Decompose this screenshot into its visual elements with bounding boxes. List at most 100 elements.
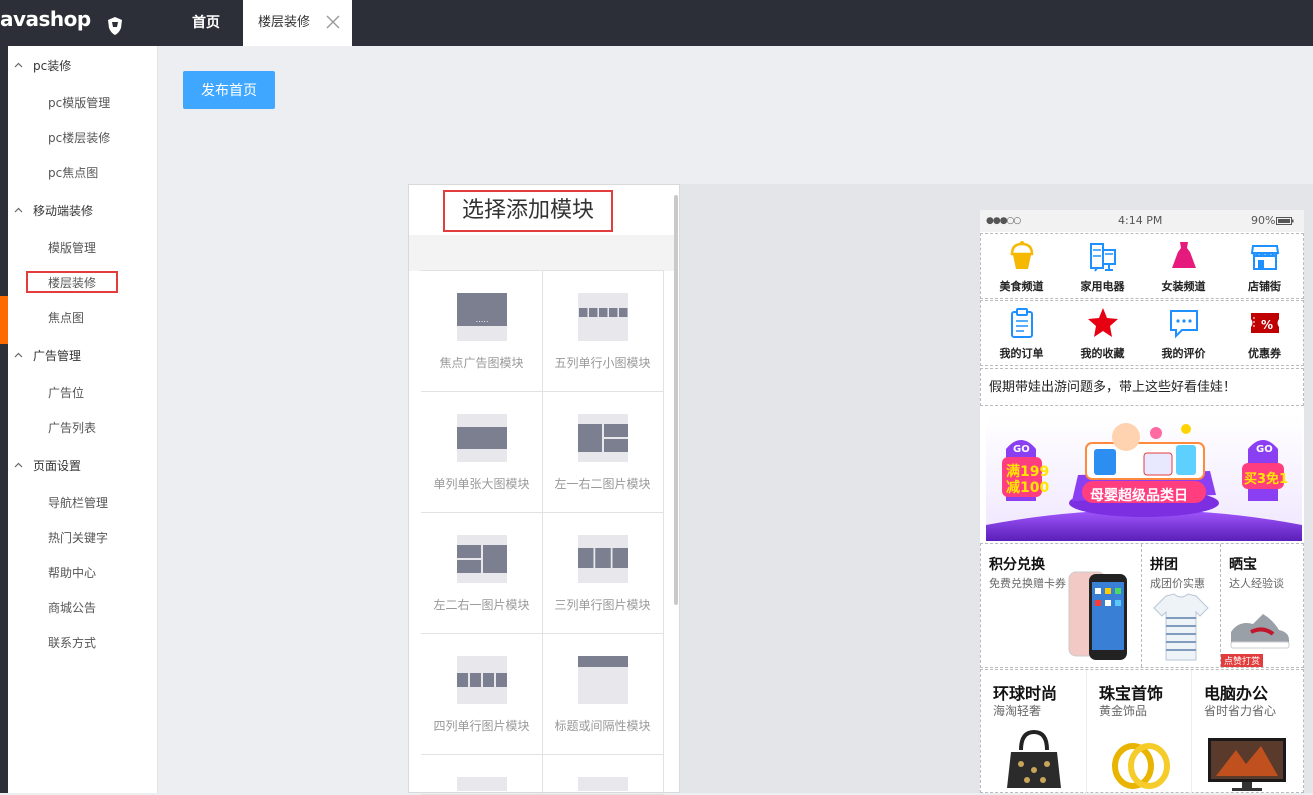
gold-ring-product-image [1112, 743, 1170, 789]
chevron-up-icon [14, 352, 23, 358]
nav-food[interactable]: 美食频道 [981, 234, 1062, 300]
sidebar: pc装修 pc模版管理 pc楼层装修 pc焦点图 移动端装修 模版管理 楼层装修… [8, 46, 158, 793]
focus-ad-module-icon: ..... [457, 293, 507, 341]
sidebar-item-ad-list[interactable]: 广告列表 [48, 418, 96, 438]
four-column-module-icon [457, 656, 507, 704]
floor-global-fashion[interactable]: 环球时尚 海淘轻奢 [981, 670, 1086, 793]
chevron-up-icon [14, 462, 23, 468]
banner-left-line2: 减100 [1006, 480, 1050, 496]
signal-indicator: ●●●○○ [986, 216, 1021, 226]
three-column-module-icon [578, 535, 628, 583]
handbag-product-image [1007, 729, 1061, 788]
left-rail [0, 46, 8, 793]
banner-right-go: GO [1256, 444, 1273, 455]
sidebar-item-pc-focus[interactable]: pc焦点图 [48, 163, 98, 183]
nav-women-clothing[interactable]: 女装频道 [1143, 234, 1224, 300]
module-tile-left1-right2[interactable]: 左一右二图片模块 [542, 392, 664, 513]
sidebar-item-template[interactable]: 模版管理 [48, 238, 96, 258]
panel-title: 选择添加模块 [443, 190, 613, 232]
single-large-image-module-icon [457, 414, 507, 462]
tab-label: 楼层装修 [258, 15, 311, 30]
storefront-icon [1250, 245, 1280, 270]
module-tile-three-column[interactable]: 三列单行图片模块 [542, 513, 664, 634]
module-tile-left2-right1[interactable]: 左二右一图片模块 [421, 513, 543, 634]
floor-jewelry[interactable]: 珠宝首饰 黄金饰品 [1086, 670, 1191, 793]
sidebar-item-navbar[interactable]: 导航栏管理 [48, 493, 108, 513]
chevron-up-icon [14, 207, 23, 213]
status-time: 4:14 PM [1118, 214, 1163, 227]
promo-show-off[interactable]: 晒宝 达人经验谈 点赞打赏 [1220, 544, 1304, 667]
nav-coupons[interactable]: % 优惠券 [1224, 301, 1304, 367]
banner-left-go: GO [1013, 444, 1030, 455]
tab-floor-decoration[interactable]: 楼层装修 [243, 0, 352, 46]
module-tile-four-column[interactable]: 四列单行图片模块 [421, 634, 543, 755]
panel-scrollbar[interactable] [674, 195, 678, 605]
monitor-product-image [1208, 738, 1286, 791]
promo-group-buy[interactable]: 拼团 成团价实惠 [1141, 544, 1219, 667]
cupcake-icon [1010, 241, 1034, 269]
svg-text:%: % [1261, 318, 1273, 332]
sidebar-item-floor-decoration[interactable]: 楼层装修 [48, 273, 96, 293]
module-tile-five-column[interactable]: 五列单行小图模块 [542, 271, 664, 392]
svg-text:.....: ..... [476, 315, 489, 324]
clipboard-icon [1011, 308, 1033, 338]
phone-status-bar: ●●●○○ 4:14 PM 90% [980, 210, 1304, 232]
promo-banner[interactable]: GO 满199 减100 GO 买3免1 母婴超级品类日 [986, 415, 1302, 541]
brand-logo-text: avashop [0, 7, 91, 31]
coupon-icon: % [1251, 313, 1279, 333]
close-icon[interactable] [326, 15, 340, 29]
sidebar-item-pc-floor[interactable]: pc楼层装修 [48, 128, 110, 148]
nav-store-street[interactable]: 店铺街 [1224, 234, 1304, 300]
sidebar-item-hot-keywords[interactable]: 热门关键字 [48, 528, 108, 548]
battery-icon [1276, 217, 1294, 225]
shield-logo-icon [108, 17, 122, 35]
module-tile-partial[interactable] [542, 755, 664, 795]
left2-right1-module-icon [457, 535, 507, 583]
phone-product-image [1068, 571, 1127, 660]
star-icon [1088, 308, 1118, 337]
phone-nav-row-2: 我的订单 我的收藏 我的评价 % 优惠券 [980, 300, 1304, 366]
nav-my-orders[interactable]: 我的订单 [981, 301, 1062, 367]
banner-right-text: 买3免1 [1244, 472, 1289, 487]
notice-bar[interactable]: 假期带娃出游问题多，带上这些好看佳娃！ [980, 368, 1304, 406]
panel-header-spacer [409, 235, 675, 271]
left-rail-active-marker [0, 296, 8, 344]
floor-row: 环球时尚 海淘轻奢 珠宝首饰 黄金饰品 电脑办公 省时省力省心 [980, 669, 1304, 793]
sneaker-product-image [1230, 614, 1290, 649]
nav-my-reviews[interactable]: 我的评价 [1143, 301, 1224, 367]
banner-headline: 母婴超级品类日 [1090, 488, 1188, 504]
battery-percent: 90% [1251, 214, 1276, 227]
nav-appliances[interactable]: 家用电器 [1062, 234, 1143, 300]
sidebar-item-announcement[interactable]: 商城公告 [48, 598, 96, 618]
sidebar-item-pc-template[interactable]: pc模版管理 [48, 93, 110, 113]
top-bar: avashop 首页 楼层装修 [0, 0, 1313, 46]
module-picker-panel: 选择添加模块 ..... 焦点广告图模块 五列单行小图模块 单列单张大图模块 左… [408, 184, 680, 795]
floor-computer-office[interactable]: 电脑办公 省时省力省心 [1191, 670, 1304, 793]
module-tile-single-large[interactable]: 单列单张大图模块 [421, 392, 543, 513]
module-tile-title-spacer[interactable]: 标题或间隔性模块 [542, 634, 664, 755]
promo-points-exchange[interactable]: 积分兑换 免费兑换赠卡券 [981, 544, 1140, 667]
module-grid: ..... 焦点广告图模块 五列单行小图模块 单列单张大图模块 左一右二图片模块… [420, 270, 664, 795]
sidebar-item-ad-slot[interactable]: 广告位 [48, 383, 84, 403]
appliance-icon [1090, 243, 1116, 272]
like-reward-badge: 点赞打赏 [1221, 654, 1264, 667]
chevron-up-icon [14, 62, 23, 68]
left1-right2-module-icon [578, 414, 628, 462]
tshirt-product-image [1153, 593, 1209, 661]
module-placeholder-icon [578, 777, 628, 791]
phone-nav-row-1: 美食频道 家用电器 女装频道 店铺街 [980, 233, 1304, 299]
sidebar-item-help[interactable]: 帮助中心 [48, 563, 96, 583]
tab-home[interactable]: 首页 [170, 0, 242, 46]
nav-my-favorites[interactable]: 我的收藏 [1062, 301, 1143, 367]
sidebar-item-contact[interactable]: 联系方式 [48, 633, 96, 653]
five-column-module-icon [578, 293, 628, 341]
comment-icon [1170, 310, 1198, 339]
sidebar-item-focus[interactable]: 焦点图 [48, 308, 84, 328]
title-spacer-module-icon [578, 656, 628, 704]
promo-row: 积分兑换 免费兑换赠卡券 拼团 成团价实惠 晒宝 达人经验谈 点赞打赏 [980, 543, 1304, 668]
publish-homepage-button[interactable]: 发布首页 [183, 71, 275, 109]
module-tile-partial[interactable] [421, 755, 543, 795]
module-tile-focus-ad[interactable]: ..... 焦点广告图模块 [421, 271, 543, 392]
dress-icon [1172, 242, 1196, 268]
module-placeholder-icon [457, 777, 507, 791]
